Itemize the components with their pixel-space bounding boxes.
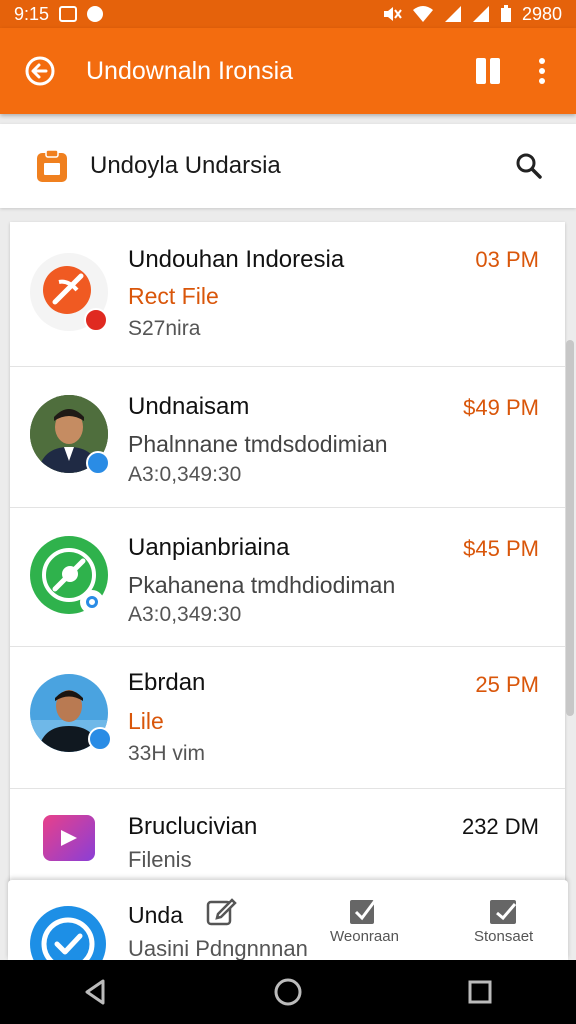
bookmark-button[interactable]: [468, 51, 508, 91]
list-item[interactable]: Undouhan Indoresia Rect File S27nira 03 …: [10, 222, 565, 367]
app-bar: Undownaln Ironsia: [0, 28, 576, 114]
list-item[interactable]: Uanpianbriaina Pkahanena tmdhdiodiman A3…: [10, 508, 565, 647]
battery-level: 2980: [521, 3, 562, 24]
arrow-left-circle-icon: [25, 56, 55, 86]
item-subtitle: Uasini Pdngnnnan: [128, 936, 308, 961]
nav-back-button[interactable]: [66, 962, 126, 1022]
item-meta: 33H vim: [128, 742, 206, 765]
task-icon: [489, 900, 516, 924]
battery-icon: [500, 5, 511, 22]
search-button[interactable]: [512, 149, 546, 183]
item-subtitle: Lile: [128, 708, 164, 734]
search-icon: [516, 153, 542, 179]
wifi-icon: [412, 6, 433, 22]
notification-dot-icon: [87, 6, 104, 22]
item-name: Unda: [128, 902, 183, 928]
item-name: Undouhan Indoresia: [128, 246, 345, 273]
signal-icon: [444, 6, 461, 22]
action-button-2-label: Weonraan: [330, 928, 399, 945]
item-time: 03 PM: [475, 247, 539, 272]
signal-icon-2: [472, 6, 489, 22]
scrollbar[interactable]: [566, 340, 574, 716]
item-name: Bruclucivian: [128, 813, 258, 840]
nav-recents-button[interactable]: [450, 962, 510, 1022]
action-button-3-label: Stonsaet: [474, 928, 534, 945]
more-vert-icon: [539, 58, 545, 84]
item-subtitle: Filenis: [128, 847, 192, 872]
verified-badge-icon: [86, 451, 110, 475]
action-button-2[interactable]: Weonraan: [330, 894, 399, 945]
item-time: 232 DM: [461, 814, 539, 839]
item-time: 25 PM: [475, 672, 539, 697]
triangle-back-icon: [85, 979, 105, 1005]
mute-icon: [383, 7, 402, 21]
item-name: Undnaisam: [128, 393, 250, 420]
app-badge-icon: [80, 590, 104, 614]
item-name: Uanpianbriaina: [128, 534, 290, 561]
item-meta: A3:0,349:30: [128, 603, 242, 626]
action-button-3[interactable]: Stonsaet: [474, 894, 533, 945]
list-item[interactable]: Undnaisam Phalnnane tmdsdodimian A3:0,34…: [10, 367, 565, 508]
verified-badge-icon: [88, 727, 112, 751]
square-recents-icon: [468, 980, 492, 1004]
badge-icon: [84, 308, 108, 332]
overflow-menu-button[interactable]: [522, 51, 562, 91]
item-name: Ebrdan: [128, 669, 206, 696]
circle-home-icon: [274, 978, 302, 1006]
conversation-list: Undouhan Indoresia Rect File S27nira 03 …: [10, 222, 565, 960]
item-time: $49 PM: [463, 395, 539, 420]
bottom-action-card: Unda Uasini Pdngnnnan Weonraan Stonsaet: [8, 880, 568, 982]
item-meta: S27nira: [128, 317, 201, 340]
item-subtitle: Pkahanena tmdhdiodiman: [128, 572, 396, 598]
item-subtitle: Rect File: [128, 283, 219, 309]
video-app-icon: [43, 815, 95, 861]
status-time: 9:15: [14, 3, 50, 24]
search-input[interactable]: Undoyla Undarsia: [90, 152, 512, 180]
task-check-icon: [350, 897, 379, 924]
nav-home-button[interactable]: [258, 962, 318, 1022]
play-icon: [61, 830, 77, 846]
clipboard-icon: [37, 149, 67, 182]
edit-button[interactable]: [204, 894, 238, 928]
system-nav-bar: [0, 960, 576, 1024]
list-item[interactable]: Ebrdan Lile 33H vim 25 PM: [10, 647, 565, 789]
back-button[interactable]: [22, 53, 58, 89]
item-meta: A3:0,349:30: [128, 463, 242, 486]
book-icon: [476, 58, 500, 84]
edit-icon: [206, 898, 237, 926]
item-time: $45 PM: [463, 536, 539, 561]
search-bar[interactable]: Undoyla Undarsia: [0, 124, 576, 208]
status-bar: 9:15 2980: [0, 0, 576, 28]
gallery-notification-icon: [59, 6, 78, 22]
item-subtitle: Phalnnane tmdsdodimian: [128, 431, 388, 457]
page-title: Undownaln Ironsia: [86, 56, 294, 85]
